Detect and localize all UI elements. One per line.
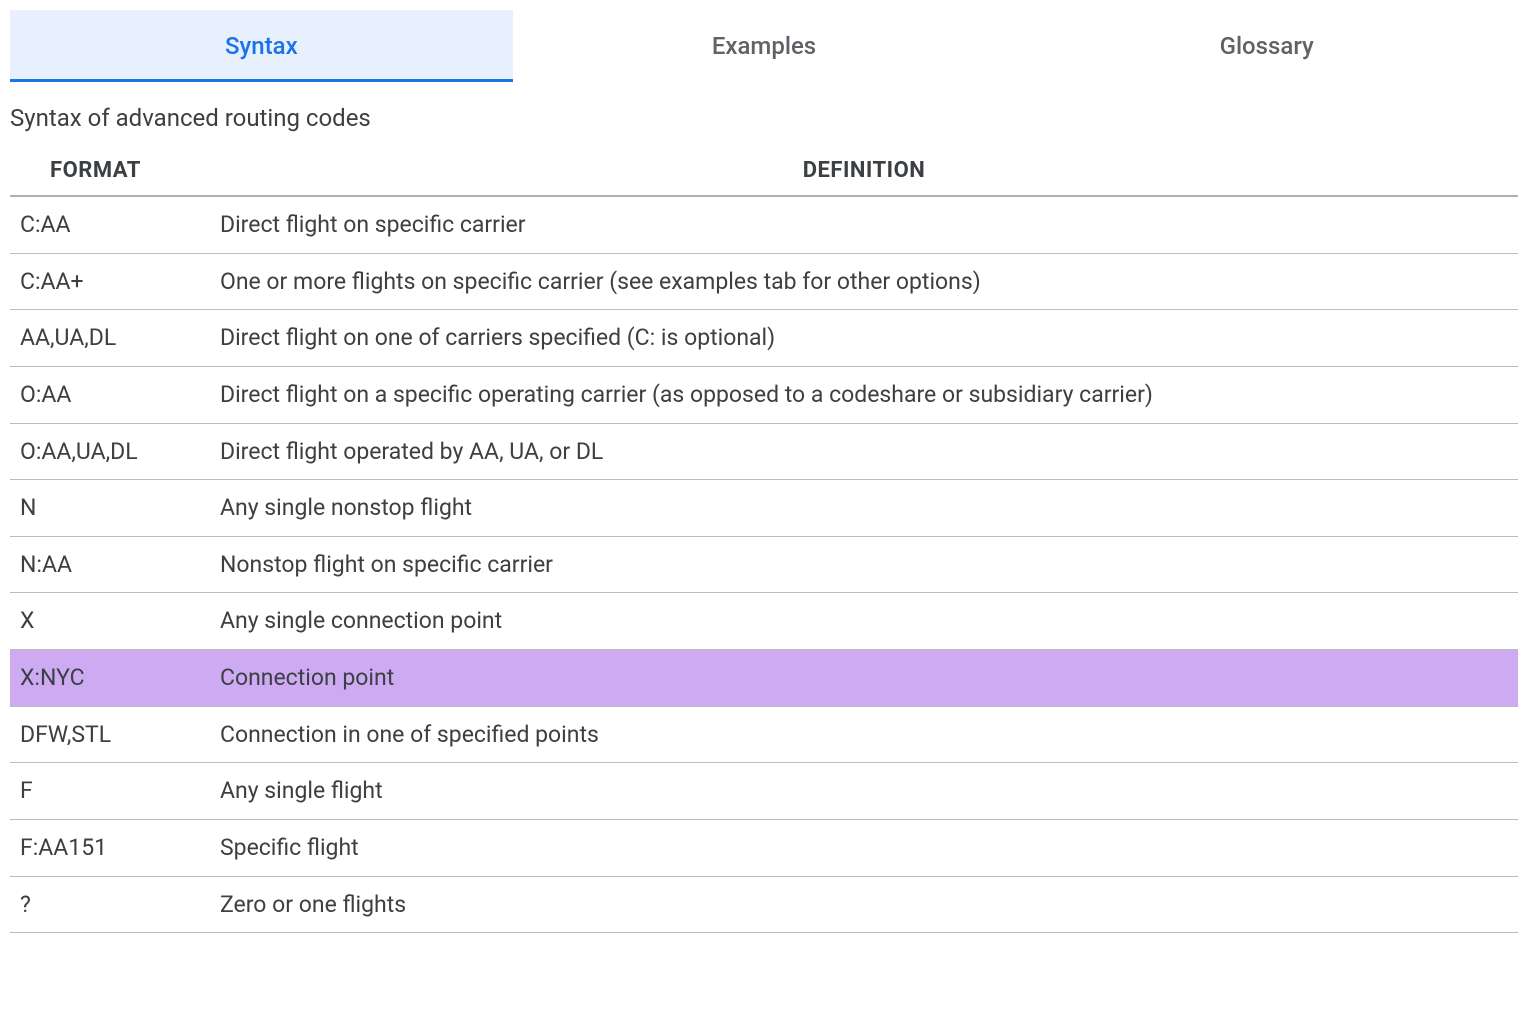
definition-cell: Connection point <box>210 650 1518 707</box>
format-cell: X:NYC <box>10 650 210 707</box>
format-cell: DFW,STL <box>10 706 210 763</box>
table-row: XAny single connection point <box>10 593 1518 650</box>
tab-glossary[interactable]: Glossary <box>1015 10 1518 82</box>
tab-label: Syntax <box>225 32 298 60</box>
table-header-row: FORMAT DEFINITION <box>10 146 1518 196</box>
format-cell: AA,UA,DL <box>10 310 210 367</box>
tab-label: Glossary <box>1220 32 1314 60</box>
tabs-container: Syntax Examples Glossary <box>10 10 1518 82</box>
table-row: N:AANonstop flight on specific carrier <box>10 536 1518 593</box>
format-cell: X <box>10 593 210 650</box>
table-row: ?Zero or one flights <box>10 876 1518 933</box>
table-body: C:AADirect flight on specific carrierC:A… <box>10 196 1518 933</box>
definition-cell: Any single nonstop flight <box>210 480 1518 537</box>
table-row: F:AA151Specific flight <box>10 820 1518 877</box>
definition-cell: Nonstop flight on specific carrier <box>210 536 1518 593</box>
header-definition: DEFINITION <box>210 146 1518 196</box>
header-format: FORMAT <box>10 146 210 196</box>
format-cell: C:AA+ <box>10 253 210 310</box>
format-cell: N <box>10 480 210 537</box>
page-subtitle: Syntax of advanced routing codes <box>10 104 1518 132</box>
definition-cell: Specific flight <box>210 820 1518 877</box>
definition-cell: Direct flight on specific carrier <box>210 196 1518 253</box>
definition-cell: Connection in one of specified points <box>210 706 1518 763</box>
tab-label: Examples <box>712 32 816 60</box>
definition-cell: Any single connection point <box>210 593 1518 650</box>
definition-cell: One or more flights on specific carrier … <box>210 253 1518 310</box>
format-cell: ? <box>10 876 210 933</box>
format-cell: O:AA,UA,DL <box>10 423 210 480</box>
format-cell: F <box>10 763 210 820</box>
table-row: FAny single flight <box>10 763 1518 820</box>
table-row: DFW,STLConnection in one of specified po… <box>10 706 1518 763</box>
table-row: O:AADirect flight on a specific operatin… <box>10 366 1518 423</box>
format-cell: F:AA151 <box>10 820 210 877</box>
syntax-table: FORMAT DEFINITION C:AADirect flight on s… <box>10 146 1518 933</box>
table-row: X:NYCConnection point <box>10 650 1518 707</box>
tab-examples[interactable]: Examples <box>513 10 1016 82</box>
table-row: NAny single nonstop flight <box>10 480 1518 537</box>
definition-cell: Direct flight on a specific operating ca… <box>210 366 1518 423</box>
table-row: AA,UA,DLDirect flight on one of carriers… <box>10 310 1518 367</box>
table-row: C:AADirect flight on specific carrier <box>10 196 1518 253</box>
tab-syntax[interactable]: Syntax <box>10 10 513 82</box>
table-row: O:AA,UA,DLDirect flight operated by AA, … <box>10 423 1518 480</box>
definition-cell: Any single flight <box>210 763 1518 820</box>
format-cell: N:AA <box>10 536 210 593</box>
definition-cell: Direct flight on one of carriers specifi… <box>210 310 1518 367</box>
definition-cell: Zero or one flights <box>210 876 1518 933</box>
format-cell: C:AA <box>10 196 210 253</box>
format-cell: O:AA <box>10 366 210 423</box>
definition-cell: Direct flight operated by AA, UA, or DL <box>210 423 1518 480</box>
table-row: C:AA+One or more flights on specific car… <box>10 253 1518 310</box>
